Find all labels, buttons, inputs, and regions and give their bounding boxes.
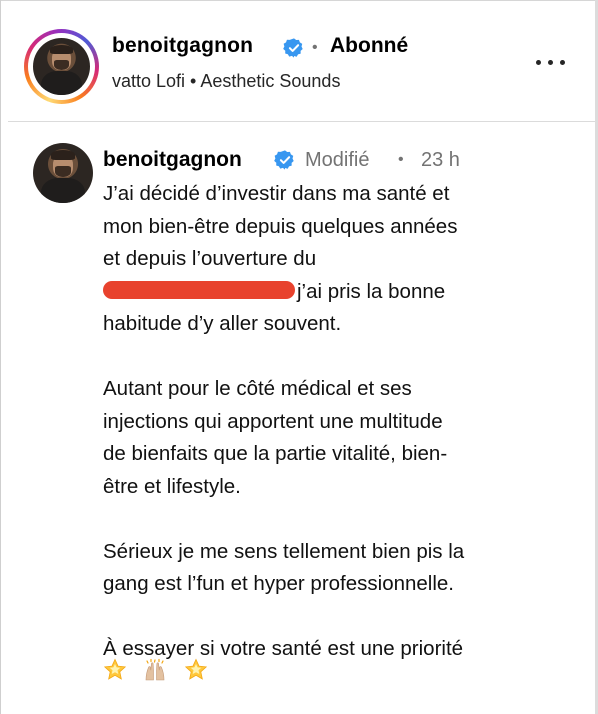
audio-attribution[interactable]: vatto Lofi • Aesthetic Sounds (112, 71, 340, 92)
caption-line: mon bien-être depuis quelques années (103, 214, 458, 238)
raising-hands-icon (146, 658, 165, 681)
caption-line: J’ai décidé d’investir dans ma santé et (103, 182, 450, 205)
glowing-star-icon (184, 658, 208, 680)
avatar[interactable] (33, 38, 90, 95)
caption-line: injections qui apportent une multitude (103, 409, 443, 433)
post-avatar[interactable] (33, 143, 93, 203)
edited-label: Modifié (305, 149, 370, 171)
caption-text: j’ai pris la bonne (297, 279, 446, 303)
caption-line: gang est l’fun et hyper professionnelle. (103, 572, 455, 595)
caption-line: être et lifestyle. (103, 474, 241, 498)
header-separator: • (312, 39, 318, 56)
post-username[interactable]: benoitgagnon (103, 148, 242, 172)
verified-badge-icon (274, 150, 294, 170)
glowing-star-icon (103, 658, 127, 680)
caption-line: Sérieux je me sens tellement bien pis la (103, 539, 465, 563)
header-username[interactable]: benoitgagnon (112, 34, 253, 58)
caption-line: j’ai pris la bonne (103, 276, 558, 309)
caption-line: et depuis l’ouverture du (103, 247, 317, 270)
redaction-mark (103, 281, 295, 300)
more-options-icon[interactable] (536, 56, 566, 70)
post-caption: J’ai décidé d’investir dans ma santé et … (103, 178, 558, 666)
divider (8, 121, 595, 122)
verified-badge-icon (283, 38, 303, 58)
meta-separator: • (398, 151, 404, 168)
post-timestamp[interactable]: 23 h (421, 149, 460, 172)
post-header: benoitgagnon • Abonné vatto Lofi • Aesth… (0, 0, 598, 118)
caption-line: habitude d’y aller souvent. (103, 312, 342, 335)
emoji-row (103, 658, 220, 686)
caption-line: Autant pour le côté médical et ses (103, 377, 412, 400)
caption-line: de bienfaits que la partie vitalité, bie… (103, 442, 448, 465)
following-button[interactable]: Abonné (330, 34, 408, 58)
